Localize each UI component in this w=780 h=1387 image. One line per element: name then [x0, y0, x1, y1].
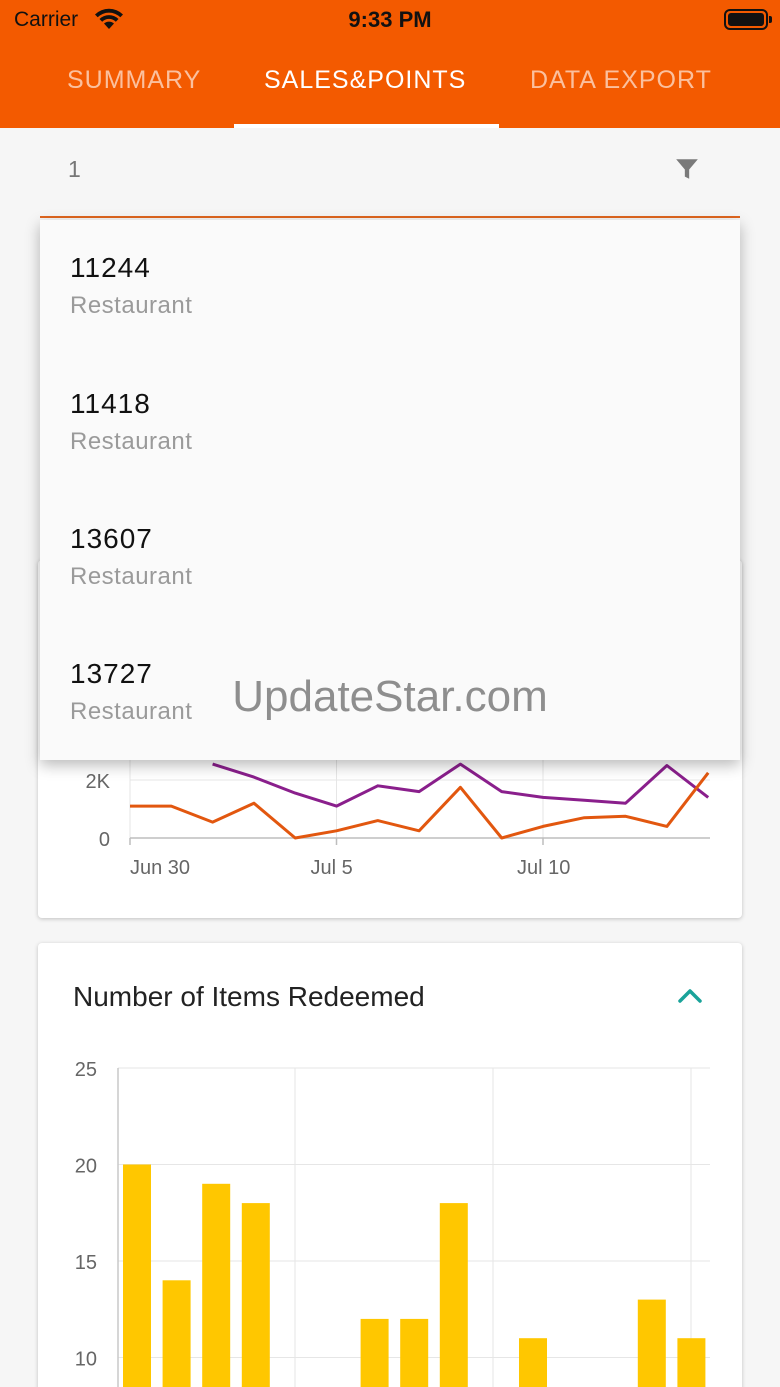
bar [400, 1318, 429, 1387]
filter-icon[interactable] [674, 156, 700, 182]
status-bar: Carrier 9:33 PM [0, 0, 780, 40]
dropdown-item[interactable]: 11244 Restaurant [70, 252, 192, 320]
bar [439, 1203, 468, 1387]
bar [162, 1280, 191, 1387]
items-redeemed-card: Number of Items Redeemed 25 20 15 10 [38, 943, 742, 1387]
store-code: 11244 [70, 252, 151, 283]
bar [202, 1183, 231, 1387]
bar [123, 1164, 151, 1387]
bar [677, 1338, 706, 1387]
clock: 9:33 PM [348, 7, 432, 32]
watermark: UpdateStar.com [232, 672, 548, 721]
x-tick-label: Jun 30 [130, 857, 190, 879]
store-type: Restaurant [70, 428, 193, 455]
tab-sales-points[interactable]: SALES&POINTS [264, 66, 466, 95]
store-code: 13607 [70, 523, 153, 554]
dropdown-item[interactable]: 11418 Restaurant [70, 388, 192, 456]
x-tick-label: Jul 10 [517, 857, 570, 879]
y-tick-label: 25 [75, 1059, 97, 1081]
store-code: 11418 [70, 388, 151, 419]
bar [360, 1318, 389, 1387]
tab-summary[interactable]: SUMMARY [67, 66, 201, 95]
series-line [130, 771, 710, 840]
items-redeemed-bar-chart: 25 20 15 10 [75, 1059, 710, 1387]
bar [519, 1338, 547, 1387]
x-tick-label: Jul 5 [311, 857, 353, 879]
filter-value: 1 [68, 156, 81, 182]
y-tick-label: 15 [75, 1252, 97, 1274]
y-tick-label: 0 [99, 829, 110, 851]
series-line [212, 762, 710, 808]
y-tick-label: 10 [75, 1349, 97, 1371]
bar [637, 1299, 666, 1387]
dropdown-item[interactable]: 13607 Restaurant [70, 523, 192, 591]
battery-icon [724, 9, 772, 30]
app-bar: Carrier 9:33 PM SUMMARY SALES&POINTS DAT… [0, 0, 780, 128]
store-type: Restaurant [70, 563, 193, 590]
y-tick-label: 20 [75, 1156, 97, 1178]
tab-data-export[interactable]: DATA EXPORT [530, 66, 712, 95]
tab-bar: SUMMARY SALES&POINTS DATA EXPORT [0, 52, 780, 128]
tab-indicator [234, 124, 499, 128]
store-type: Restaurant [70, 292, 193, 319]
bar [241, 1203, 270, 1387]
store-filter-field[interactable]: 1 [40, 140, 740, 218]
y-tick-label: 2K [86, 771, 111, 793]
